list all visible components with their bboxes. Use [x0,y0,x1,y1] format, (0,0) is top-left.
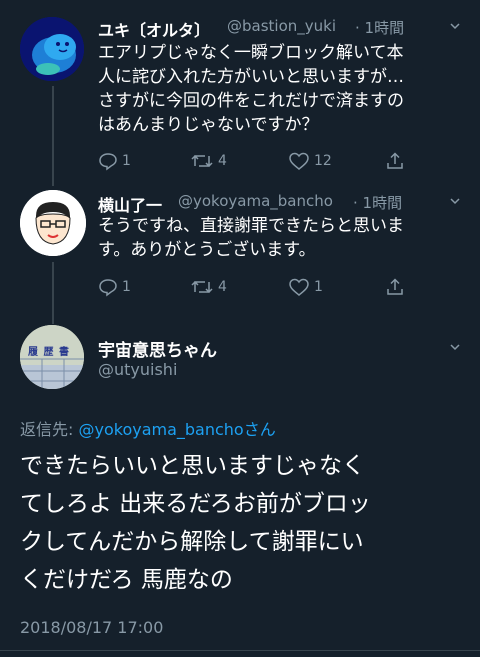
tweet-2-name[interactable]: 横山了一 [98,192,162,216]
share-icon [387,152,403,169]
main-handle[interactable]: @utyuishi [98,360,177,379]
main-line: クしてんだから解除して謝罪にい [20,529,364,555]
bottom-divider [0,650,480,651]
reply-to-link[interactable]: @yokoyama_bancho [78,420,243,439]
retweet-icon [191,154,213,168]
tweet-1-name[interactable]: ユキ〔オルタ〕 [98,17,210,41]
thread-line-1 [52,86,54,186]
tweet-1-text: エアリプじゃなく一瞬ブロック解いて本 人に詫び入れた方がいいと思いますが… さす… [98,41,468,137]
tweet-2-like-button[interactable]: 1 [288,277,323,297]
tweet-1-reply-count: 1 [122,153,131,169]
tweet-1-line: エアリプじゃなく一瞬ブロック解いて本 [98,43,404,63]
reply-context-prefix: 返信先: [20,420,79,439]
tweet-2-retweet-count: 4 [218,279,227,295]
tweet-1-like-button[interactable]: 12 [288,151,332,171]
tweet-2-handle[interactable]: @yokoyama_bancho [178,192,333,210]
tweet-1-line: 人に詫び入れた方がいいと思いますが… [98,67,404,87]
tweet-1-handle[interactable]: @bastion_yuki [227,17,336,35]
main-chevron-down-icon[interactable] [450,342,460,352]
tweet-1-retweet-button[interactable]: 4 [190,151,227,171]
tweet-2-text: そうですね、直接謝罪できたらと思いま す。ありがとうございます。 [98,214,468,262]
tweet-2-share-button[interactable] [385,277,405,297]
avatar-yuki-icon [20,17,84,81]
main-name[interactable]: 宇宙意思ちゃん [98,336,217,361]
main-line: できたらいいと思いますじゃなく [20,453,365,479]
avatar-yokoyama[interactable] [20,190,86,256]
tweet-1-line: はあんまりじゃないですか？ [98,115,319,135]
avatar-utyuishi-text: 履 歴 書 [28,347,70,358]
avatar-yuki[interactable] [20,17,84,81]
reply-context-suffix: さん [243,420,276,439]
share-icon [387,278,403,295]
tweet-1-line: さすがに今回の件をこれだけで済ますの [98,91,404,111]
retweet-icon [191,280,213,294]
tweet-2-reply-count: 1 [122,279,131,295]
tweet-2-reply-button[interactable]: 1 [98,277,131,297]
main-line: くだけだろ 馬鹿なの [20,567,233,593]
reply-icon [99,153,117,171]
main-timestamp: 2018/08/17 17:00 [20,618,164,637]
main-text: できたらいいと思いますじゃなく てしろよ 出来るだろお前がブロッ クしてんだから… [20,447,470,599]
tweet-2-line: そうですね、直接謝罪できたらと思いま [98,216,404,236]
heart-icon [289,278,309,296]
heart-icon [289,152,309,170]
tweet-1-like-count: 12 [314,153,332,169]
reply-icon [99,279,117,297]
thread-line-2 [52,262,54,324]
tweet-2-like-count: 1 [314,279,323,295]
tweet-2-line: す。ありがとうございます。 [98,240,316,260]
tweet-2-time: · 1時間 [353,194,403,212]
avatar-utyuishi[interactable]: 履 歴 書 [20,325,84,389]
tweet-1-share-button[interactable] [385,151,405,171]
tweet-2-retweet-button[interactable]: 4 [190,277,227,297]
reply-context: 返信先: @yokoyama_banchoさん [20,416,276,440]
tweet-1-chevron-down-icon[interactable] [450,21,460,31]
tweet-1-retweet-count: 4 [218,153,227,169]
main-line: てしろよ 出来るだろお前がブロッ [20,491,371,517]
avatar-yokoyama-icon [20,190,86,256]
tweet-1-time: · 1時間 [355,19,405,37]
tweet-2-chevron-down-icon[interactable] [450,196,460,206]
tweet-1-reply-button[interactable]: 1 [98,151,131,171]
